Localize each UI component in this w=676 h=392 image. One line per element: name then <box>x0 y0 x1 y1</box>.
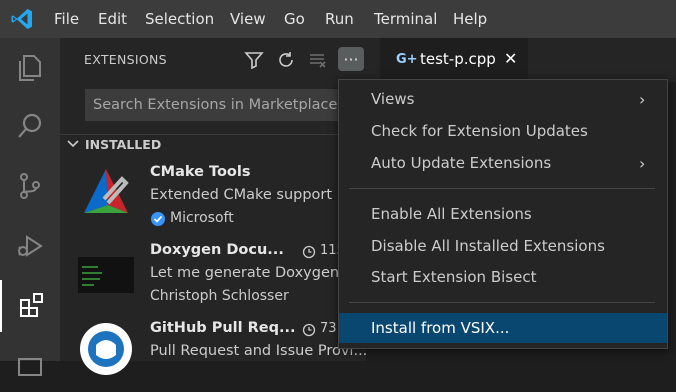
menu-edit[interactable]: Edit <box>98 0 127 38</box>
search-placeholder: Search Extensions in Marketplace <box>93 97 338 113</box>
menu-help[interactable]: Help <box>453 0 487 38</box>
installed-section-header[interactable]: INSTALLED <box>60 134 366 157</box>
menu-item-label: Views <box>371 90 415 108</box>
extension-item[interactable]: GitHub Pull Req... 73 Pull Request and I… <box>60 316 368 383</box>
more-actions-button[interactable]: ··· <box>338 47 364 71</box>
remote-icon[interactable] <box>0 340 60 392</box>
sidebar-title: EXTENSIONS <box>84 52 167 67</box>
extension-description: Pull Request and Issue Provi... <box>150 343 368 359</box>
menu-go[interactable]: Go <box>284 0 305 38</box>
menu-item-check-updates[interactable]: Check for Extension Updates <box>339 116 667 146</box>
run-debug-icon[interactable] <box>0 220 60 272</box>
extension-item[interactable]: CMake Tools Extended CMake support in Mi… <box>60 160 366 227</box>
activity-bar <box>0 38 62 376</box>
verified-icon <box>151 212 165 226</box>
menu-separator <box>349 188 655 189</box>
menu-item-label: Check for Extension Updates <box>371 122 588 140</box>
extension-meta: 73 <box>320 321 337 336</box>
cmake-logo-icon <box>84 169 129 213</box>
filter-icon[interactable] <box>244 50 264 70</box>
close-icon[interactable]: ✕ <box>504 49 517 68</box>
menu-selection[interactable]: Selection <box>145 0 214 38</box>
refresh-icon[interactable] <box>276 50 296 70</box>
doxygen-logo-icon <box>78 257 134 293</box>
extension-search-input[interactable]: Search Extensions in Marketplace <box>85 89 366 121</box>
chevron-down-icon <box>67 140 79 148</box>
extension-name: CMake Tools <box>150 164 251 180</box>
menu-item-label: Enable All Extensions <box>371 205 532 223</box>
extensions-icon[interactable] <box>0 280 62 332</box>
history-icon <box>302 245 316 259</box>
menu-item-label: Install from VSIX... <box>371 319 510 337</box>
menu-item-bisect[interactable]: Start Extension Bisect <box>339 262 667 292</box>
clear-icon[interactable] <box>308 50 328 70</box>
extension-publisher: Christoph Schlosser <box>150 288 289 304</box>
extension-publisher: Microsoft <box>170 210 234 226</box>
menu-item-install-vsix[interactable]: Install from VSIX... <box>339 313 667 343</box>
github-logo-icon <box>80 323 132 375</box>
menu-item-label: Auto Update Extensions <box>371 154 552 172</box>
menu-item-views[interactable]: Views › <box>339 84 667 114</box>
menu-item-enable-all[interactable]: Enable All Extensions <box>339 199 667 229</box>
history-icon <box>302 323 316 337</box>
menu-item-label: Start Extension Bisect <box>371 268 537 286</box>
extension-name: GitHub Pull Req... <box>150 320 296 336</box>
menu-view[interactable]: View <box>230 0 266 38</box>
more-actions-menu: Views › Check for Extension Updates Auto… <box>338 79 668 349</box>
editor-tab[interactable]: G+ test-p.cpp ✕ <box>380 38 528 82</box>
menu-item-auto-update[interactable]: Auto Update Extensions › <box>339 148 667 178</box>
menu-run[interactable]: Run <box>325 0 354 38</box>
extension-item[interactable]: Doxygen Docu... 115 Let me generate Doxy… <box>60 238 366 305</box>
title-bar: File Edit Selection View Go Run Terminal… <box>0 0 676 38</box>
explorer-icon[interactable] <box>0 42 60 94</box>
more-actions-icon: ··· <box>343 49 359 69</box>
tab-label: test-p.cpp <box>420 50 496 68</box>
menu-file[interactable]: File <box>54 0 79 38</box>
editor-tab-bar: G+ test-p.cpp ✕ <box>366 38 676 82</box>
search-icon[interactable] <box>0 100 60 152</box>
menu-item-label: Disable All Installed Extensions <box>371 237 605 255</box>
chevron-right-icon: › <box>639 90 646 109</box>
chevron-right-icon: › <box>639 154 646 173</box>
menu-terminal[interactable]: Terminal <box>374 0 437 38</box>
extension-name: Doxygen Docu... <box>150 242 284 258</box>
installed-label: INSTALLED <box>85 137 162 152</box>
menu-item-disable-all[interactable]: Disable All Installed Extensions <box>339 231 667 261</box>
vscode-logo-icon <box>11 9 32 29</box>
source-control-icon[interactable] <box>0 160 60 212</box>
extension-description: Let me generate Doxygen <box>150 265 340 281</box>
cpp-file-icon: G+ <box>396 52 418 67</box>
menu-separator <box>349 302 655 303</box>
extension-description: Extended CMake support in <box>150 187 350 203</box>
extensions-sidebar: EXTENSIONS ··· Search Extensions in Mark… <box>60 38 367 375</box>
